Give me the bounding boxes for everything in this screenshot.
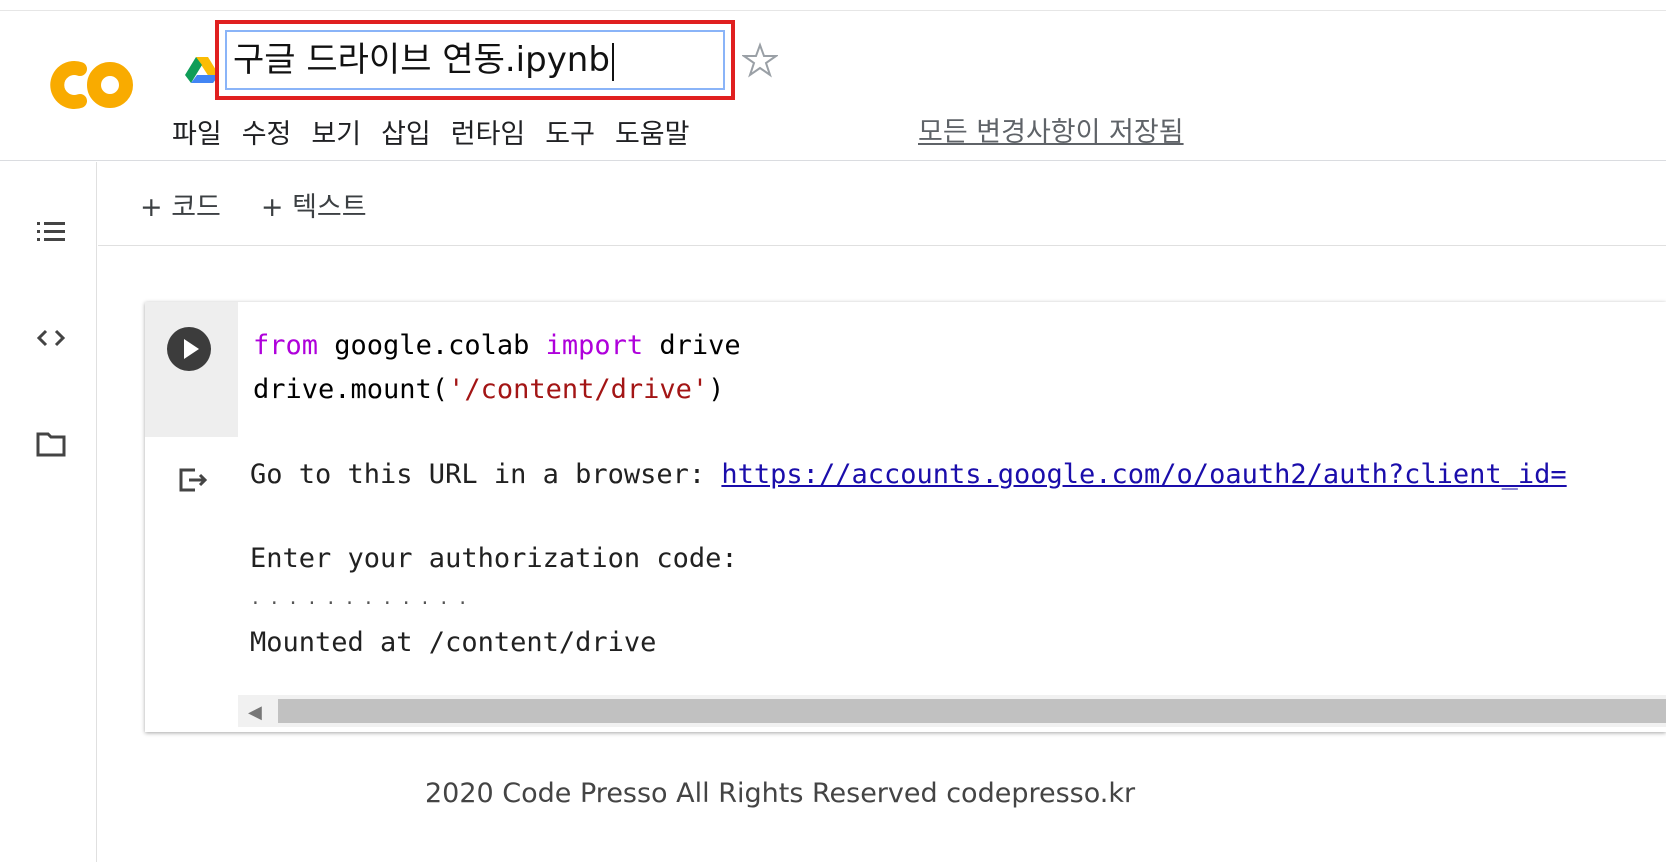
star-icon[interactable] xyxy=(742,42,778,78)
code-editor[interactable]: from google.colab import drive drive.mou… xyxy=(238,302,1666,437)
header-divider xyxy=(0,160,1666,161)
menu-item-tools[interactable]: 도구 xyxy=(545,110,595,153)
toolbar-divider xyxy=(98,245,1666,246)
add-code-button[interactable]: + 코드 xyxy=(140,185,221,224)
scroll-thumb[interactable] xyxy=(278,699,1666,723)
menu-bar: 파일 수정 보기 삽입 런타임 도구 도움말 xyxy=(172,110,690,153)
title-highlight: 구글 드라이브 연동.ipynb xyxy=(215,20,735,100)
menu-item-insert[interactable]: 삽입 xyxy=(381,110,431,153)
code-keyword: import xyxy=(545,330,644,361)
menu-item-runtime[interactable]: 런타임 xyxy=(451,110,526,153)
menu-item-view[interactable]: 보기 xyxy=(311,110,361,153)
top-divider xyxy=(0,10,1666,11)
cell-output: Go to this URL in a browser: https://acc… xyxy=(250,454,1660,664)
code-token: drive.mount( xyxy=(253,374,449,405)
footer-watermark: 2020 Code Presso All Rights Reserved cod… xyxy=(425,778,1136,809)
run-cell-icon xyxy=(184,339,199,359)
code-cell[interactable]: from google.colab import drive drive.mou… xyxy=(145,302,1666,732)
save-status-link[interactable]: 모든 변경사항이 저장됨 xyxy=(918,110,1184,149)
drive-icon[interactable] xyxy=(185,55,219,83)
code-string: '/content/drive' xyxy=(448,374,709,405)
code-token: google.colab xyxy=(318,330,546,361)
code-token: drive xyxy=(643,330,741,361)
notebook-title-input[interactable]: 구글 드라이브 연동.ipynb xyxy=(225,30,725,90)
code-keyword: from xyxy=(253,330,319,361)
menu-item-help[interactable]: 도움말 xyxy=(615,110,690,153)
run-cell-button[interactable] xyxy=(167,327,211,371)
menu-item-edit[interactable]: 수정 xyxy=(242,110,292,153)
scroll-left-icon[interactable]: ◀ xyxy=(248,702,262,723)
cell-gutter xyxy=(145,302,238,437)
text-caret xyxy=(611,42,614,81)
code-text: from google.colab import drive drive.mou… xyxy=(253,324,741,412)
output-dots: ············ xyxy=(250,593,477,614)
code-token: ) xyxy=(708,374,725,405)
colab-logo[interactable] xyxy=(40,55,135,115)
menu-item-file[interactable]: 파일 xyxy=(172,110,222,153)
output-url-prompt: Go to this URL in a browser: xyxy=(250,459,722,490)
horizontal-scrollbar[interactable]: ◀ xyxy=(238,695,1666,727)
output-icon[interactable] xyxy=(175,462,211,498)
sidebar-divider xyxy=(96,162,97,862)
notebook-title-text: 구글 드라이브 연동.ipynb xyxy=(233,40,610,80)
oauth-url-link[interactable]: https://accounts.google.com/o/oauth2/aut… xyxy=(721,459,1566,490)
output-auth-prompt: Enter your authorization code: xyxy=(250,543,738,574)
code-snippets-icon[interactable] xyxy=(35,322,67,354)
table-of-contents-icon[interactable] xyxy=(35,215,67,247)
files-folder-icon[interactable] xyxy=(35,428,67,460)
add-text-button[interactable]: + 텍스트 xyxy=(261,185,367,224)
output-mounted: Mounted at /content/drive xyxy=(250,627,657,658)
cell-toolbar: + 코드 + 텍스트 xyxy=(140,185,367,224)
